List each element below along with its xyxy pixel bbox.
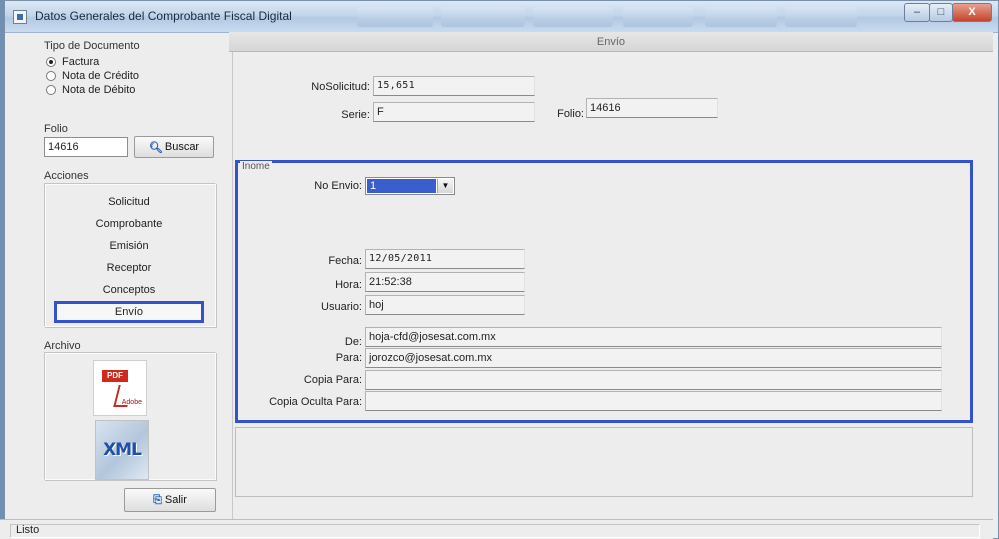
app-icon[interactable]: [13, 10, 27, 24]
copia-oculta-field[interactable]: [365, 391, 942, 411]
radio-nota-credito[interactable]: Nota de Crédito: [46, 69, 139, 83]
nosolicitud-label: NoSolicitud:: [311, 81, 370, 93]
window-controls: – □ X: [904, 3, 992, 23]
hora-label: Hora:: [335, 279, 362, 291]
status-text: Listo: [16, 524, 40, 536]
taskbar-blur: [705, 7, 777, 27]
folio-input[interactable]: 14616: [44, 137, 128, 157]
minimize-button[interactable]: –: [904, 3, 930, 22]
hora-field[interactable]: 21:52:38: [365, 272, 525, 292]
acciones-label: Acciones: [44, 170, 89, 182]
no-envio-selected: 1: [367, 179, 436, 193]
tipo-documento-label: Tipo de Documento: [44, 40, 140, 52]
envio-header: Envío: [229, 32, 993, 52]
envio-group-title: Inome: [240, 161, 272, 172]
accion-receptor[interactable]: Receptor: [54, 262, 204, 274]
xml-icon[interactable]: XML: [95, 420, 149, 480]
close-button[interactable]: X: [952, 3, 992, 22]
radio-button[interactable]: [46, 85, 56, 95]
para-label: Para:: [335, 352, 362, 364]
accion-comprobante[interactable]: Comprobante: [54, 218, 204, 230]
serie-field[interactable]: F: [373, 102, 535, 122]
accion-emision[interactable]: Emisión: [54, 240, 204, 252]
buscar-label: Buscar: [164, 141, 200, 153]
para-field[interactable]: jorozco@josesat.com.mx: [365, 348, 942, 368]
radio-factura[interactable]: Factura: [46, 55, 99, 69]
accion-solicitud[interactable]: Solicitud: [54, 196, 204, 208]
taskbar-blur: [357, 7, 433, 27]
folio-label: Folio: [44, 123, 68, 135]
copia-para-label: Copia Para:: [303, 374, 362, 386]
fecha-field[interactable]: 12/05/2011: [365, 249, 525, 269]
radio-button[interactable]: [46, 71, 56, 81]
status-bar: [0, 519, 993, 539]
chevron-down-icon[interactable]: ▼: [437, 179, 453, 193]
de-label: De:: [344, 336, 362, 348]
salir-label: Salir: [164, 494, 187, 506]
lower-panel: [235, 427, 973, 497]
nosolicitud-field[interactable]: 15,651: [373, 76, 535, 96]
serie-label: Serie:: [341, 109, 370, 121]
no-envio-label: No Envio:: [314, 180, 362, 192]
adobe-label: Adobe: [121, 399, 142, 406]
maximize-button[interactable]: □: [929, 3, 953, 22]
taskbar-blur: [441, 7, 525, 27]
search-icon: 🔍︎: [148, 141, 163, 154]
radio-label: Factura: [62, 56, 100, 68]
window-title: Datos Generales del Comprobante Fiscal D…: [35, 9, 292, 23]
salir-button[interactable]: ⎘ Salir: [124, 488, 216, 512]
exit-icon: ⎘: [153, 493, 162, 506]
buscar-button[interactable]: 🔍︎ Buscar: [134, 136, 214, 158]
pdf-icon[interactable]: PDF Adobe: [93, 360, 147, 416]
radio-nota-debito[interactable]: Nota de Débito: [46, 83, 135, 97]
folio-main-field[interactable]: 14616: [586, 98, 718, 118]
accion-conceptos[interactable]: Conceptos: [54, 284, 204, 296]
folio-main-label: Folio:: [557, 108, 584, 120]
radio-label: Nota de Débito: [62, 84, 136, 96]
title-bar: Datos Generales del Comprobante Fiscal D…: [5, 1, 998, 33]
radio-button[interactable]: [46, 57, 56, 67]
status-panel: [10, 524, 980, 538]
usuario-label: Usuario:: [321, 301, 362, 313]
usuario-field[interactable]: hoj: [365, 295, 525, 315]
de-field[interactable]: hoja-cfd@josesat.com.mx: [365, 327, 942, 347]
taskbar-blur: [533, 7, 613, 27]
copia-oculta-label: Copia Oculta Para:: [269, 396, 362, 408]
taskbar-blur: [785, 7, 857, 27]
radio-label: Nota de Crédito: [62, 70, 140, 82]
fecha-label: Fecha:: [328, 255, 362, 267]
no-envio-select[interactable]: 1 ▼: [365, 177, 455, 195]
copia-para-field[interactable]: [365, 370, 942, 390]
taskbar-blur: [623, 7, 693, 27]
accion-envio[interactable]: Envío: [54, 301, 204, 323]
pdf-badge: PDF: [102, 370, 128, 382]
archivo-label: Archivo: [44, 340, 81, 352]
